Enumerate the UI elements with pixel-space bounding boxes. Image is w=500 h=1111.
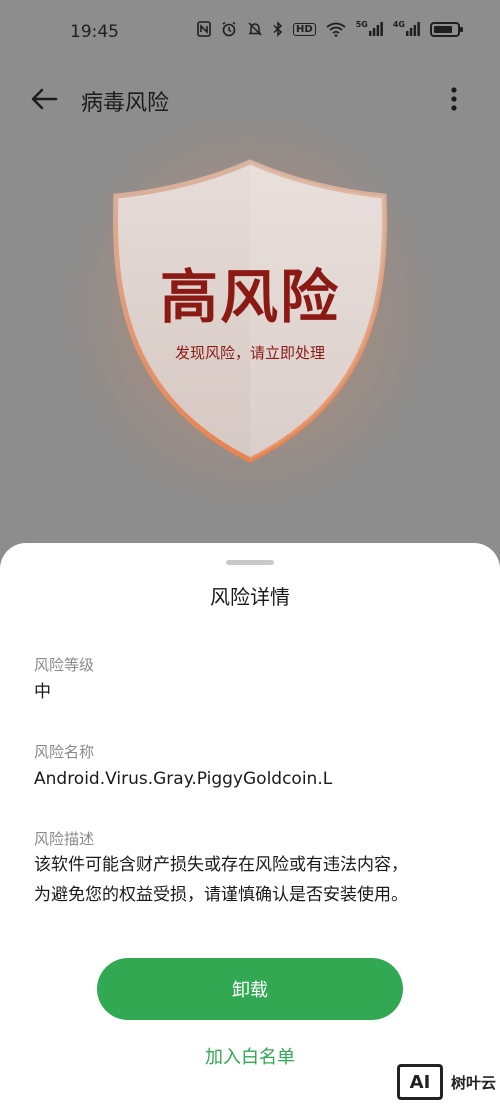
bluetooth-icon: [273, 21, 283, 37]
sheet-title: 风险详情: [210, 585, 290, 609]
mute-icon: [247, 21, 263, 37]
watermark-logo: AI: [397, 1064, 443, 1100]
risk-level-label: 风险等级: [34, 656, 95, 674]
uninstall-button[interactable]: 卸载: [97, 958, 403, 1020]
alarm-icon: [221, 21, 237, 37]
sheet-drag-handle[interactable]: [226, 560, 274, 565]
watermark: AI 树叶云: [397, 1064, 496, 1100]
wifi-icon: [326, 22, 346, 37]
risk-details-sheet: 风险详情 风险等级 中 风险名称 Android.Virus.Gray.Pigg…: [0, 543, 500, 1111]
more-options-button[interactable]: [436, 81, 472, 117]
screen: 19:45 HD 5G 4G 病毒风险 高风险 发现风险，请立即处理 风险详情 …: [0, 0, 500, 1111]
status-icons: HD 5G 4G: [197, 20, 463, 37]
status-time: 19:45: [70, 22, 119, 42]
risk-subtitle: 发现风险，请立即处理: [174, 344, 325, 362]
nfc-icon: [197, 21, 211, 37]
hd-icon: HD: [293, 22, 316, 36]
risk-name-value: Android.Virus.Gray.PiggyGoldcoin.L: [34, 769, 333, 789]
risk-description-line-2: 为避免您的权益受损，请谨慎确认是否安装使用。: [34, 885, 408, 905]
signal-5g-icon: 5G: [356, 20, 383, 36]
risk-level-value: 中: [34, 682, 51, 702]
risk-description-label: 风险描述: [34, 830, 95, 848]
arrow-left-icon: [31, 88, 58, 110]
risk-name-label: 风险名称: [34, 743, 95, 761]
more-vertical-icon: [451, 87, 457, 111]
risk-description-line-1: 该软件可能含财产损失或存在风险或有违法内容，: [34, 855, 408, 875]
battery-icon: [430, 21, 463, 37]
signal-4g-icon: 4G: [393, 20, 420, 36]
risk-level-title: 高风险: [159, 263, 340, 331]
back-button[interactable]: [26, 81, 62, 117]
watermark-text: 树叶云: [451, 1073, 497, 1092]
status-bar: 19:45 HD 5G 4G: [0, 0, 500, 64]
